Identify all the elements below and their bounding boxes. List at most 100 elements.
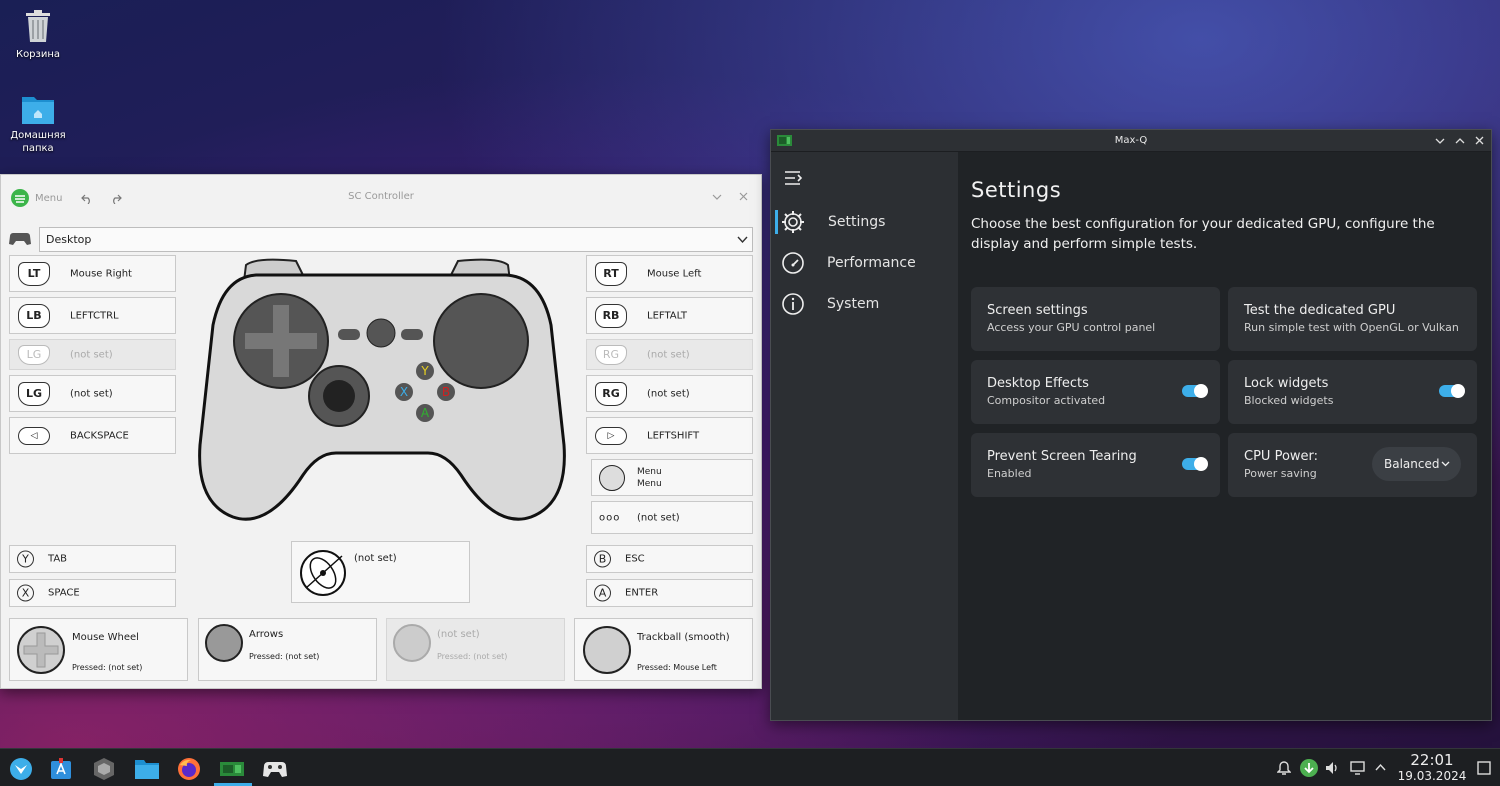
b-binding-button[interactable]: B ESC — [586, 545, 753, 573]
start-label: LEFTSHIFT — [647, 430, 700, 441]
cpu-power-select[interactable]: Balanced — [1372, 447, 1461, 481]
menu-line1: Menu — [637, 466, 662, 477]
lt-binding-button[interactable]: LT Mouse Right — [9, 255, 176, 292]
nav-system-label: System — [827, 296, 880, 312]
close-icon[interactable] — [1475, 136, 1484, 145]
home-folder-desktop-icon[interactable]: Домашняя папка — [0, 93, 76, 155]
app-launcher-icon[interactable] — [8, 757, 34, 781]
update-icon[interactable] — [1299, 758, 1319, 778]
file-manager-icon[interactable] — [134, 757, 160, 781]
card-title: Prevent Screen Tearing — [987, 449, 1137, 464]
trackball-binding-button[interactable]: Trackball (smooth) Pressed: Mouse Left — [574, 618, 753, 681]
dpad-stick-icon — [17, 626, 65, 674]
rg-label: (not set) — [647, 349, 690, 360]
maximize-icon[interactable] — [1455, 137, 1465, 145]
lg-label-2: (not set) — [70, 388, 113, 399]
trackball-title: Trackball (smooth) — [637, 632, 730, 643]
rg-binding-button[interactable]: RG (not set) — [586, 375, 753, 412]
card-title: Desktop Effects — [987, 376, 1089, 391]
a-binding-button[interactable]: A ENTER — [586, 579, 753, 607]
nav-settings-label: Settings — [828, 214, 886, 230]
collapse-menu-icon[interactable] — [785, 171, 804, 185]
gyro-binding-button[interactable]: (not set) — [291, 541, 470, 603]
firefox-icon[interactable] — [176, 757, 202, 781]
page-title: Settings — [971, 178, 1062, 202]
lb-binding-button[interactable]: LB LEFTCTRL — [9, 297, 176, 334]
show-desktop-icon[interactable] — [1477, 761, 1491, 775]
right-pad-disabled-button[interactable]: (not set) Pressed: (not set) — [386, 618, 565, 681]
volume-icon[interactable] — [1325, 761, 1339, 775]
card-subtitle: Run simple test with OpenGL or Vulkan — [1244, 321, 1459, 334]
gamepad-y-letter: Y — [420, 364, 429, 378]
notifications-icon[interactable] — [1277, 760, 1291, 776]
trash-desktop-icon[interactable]: Корзина — [0, 8, 76, 61]
trash-icon — [26, 10, 50, 42]
start-badge: ▷ — [595, 426, 627, 445]
left-stick-binding-button[interactable]: Mouse Wheel Pressed: (not set) — [9, 618, 188, 681]
profile-value: Desktop — [46, 233, 92, 246]
back-binding-button[interactable]: ◁ BACKSPACE — [9, 417, 176, 454]
lock-widgets-toggle[interactable] — [1439, 384, 1465, 398]
rt-badge: RT — [595, 261, 627, 286]
lg-badge-2: LG — [18, 381, 50, 406]
left-pad-binding-button[interactable]: Arrows Pressed: (not set) — [198, 618, 377, 681]
home-folder-icon — [22, 97, 54, 124]
right-pad-icon — [393, 624, 431, 662]
chevron-down-icon[interactable] — [712, 193, 722, 201]
rt-label: Mouse Left — [647, 268, 702, 279]
screen-tearing-card: Prevent Screen Tearing Enabled — [971, 433, 1220, 497]
rg-badge: RG — [595, 344, 627, 365]
menu-line2: Menu — [637, 478, 662, 489]
clock-time: 22:01 — [1410, 751, 1454, 769]
nav-performance-label: Performance — [827, 255, 916, 271]
clock[interactable]: 22:01 19.03.2024 — [1393, 751, 1471, 784]
y-binding-button[interactable]: Y TAB — [9, 545, 176, 573]
card-subtitle: Enabled — [987, 467, 1032, 480]
rg-label-2: (not set) — [647, 388, 690, 399]
profile-select[interactable]: Desktop — [39, 227, 753, 252]
minimize-icon[interactable] — [1435, 137, 1445, 145]
maxq-window: Max-Q Settings Performance System Settin… — [770, 129, 1492, 721]
screen-settings-card[interactable]: Screen settings Access your GPU control p… — [971, 287, 1220, 351]
trackball-pressed: Pressed: Mouse Left — [637, 663, 717, 672]
back-badge: ◁ — [18, 426, 50, 445]
card-subtitle: Compositor activated — [987, 394, 1106, 407]
page-description: Choose the best configuration for your d… — [971, 216, 1435, 252]
lg-disabled-button[interactable]: LG (not set) — [9, 339, 176, 370]
software-center-icon[interactable] — [48, 757, 74, 781]
start-binding-button[interactable]: ▷ LEFTSHIFT — [586, 417, 753, 454]
chevron-down-icon — [737, 236, 748, 244]
system-settings-icon[interactable] — [91, 757, 117, 781]
desktop-effects-toggle[interactable] — [1182, 384, 1208, 398]
tray-expand-icon[interactable] — [1375, 763, 1386, 771]
gpu-app-icon — [777, 135, 792, 146]
desktop-effects-card: Desktop Effects Compositor activated — [971, 360, 1220, 424]
ooo-binding-button[interactable]: ooo (not set) — [591, 501, 753, 534]
lb-badge: LB — [18, 303, 50, 328]
rb-label: LEFTALT — [647, 310, 687, 321]
test-gpu-card[interactable]: Test the dedicated GPU Run simple test wi… — [1228, 287, 1477, 351]
gamepad-diagram: Y X B A — [198, 258, 566, 521]
menu-binding-button[interactable]: Menu Menu — [591, 459, 753, 496]
rb-badge: RB — [595, 303, 627, 328]
x-binding-button[interactable]: X SPACE — [9, 579, 176, 607]
display-icon[interactable] — [1350, 761, 1365, 775]
screen-tearing-toggle[interactable] — [1182, 457, 1208, 471]
maxq-taskbar-icon[interactable] — [219, 757, 245, 781]
nav-item-settings[interactable]: Settings — [781, 209, 885, 235]
rb-binding-button[interactable]: RB LEFTALT — [586, 297, 753, 334]
sc-titlebar: Menu SC Controller — [1, 175, 761, 220]
sc-controller-window: Menu SC Controller Desktop LT Mouse Right… — [0, 174, 762, 689]
close-icon[interactable] — [739, 192, 748, 201]
left-stick-pressed: Pressed: (not set) — [72, 663, 143, 672]
clock-date: 19.03.2024 — [1397, 769, 1467, 783]
rg-disabled-button[interactable]: RG (not set) — [586, 339, 753, 370]
nav-item-system[interactable]: System — [781, 291, 879, 317]
lg-binding-button[interactable]: LG (not set) — [9, 375, 176, 412]
gamepad-a-letter: A — [421, 406, 430, 420]
sc-controller-taskbar-icon[interactable] — [262, 757, 288, 781]
rt-binding-button[interactable]: RT Mouse Left — [586, 255, 753, 292]
nav-item-performance[interactable]: Performance — [781, 250, 916, 276]
nav-active-indicator — [775, 210, 778, 234]
gamepad-x-letter: X — [400, 385, 408, 399]
